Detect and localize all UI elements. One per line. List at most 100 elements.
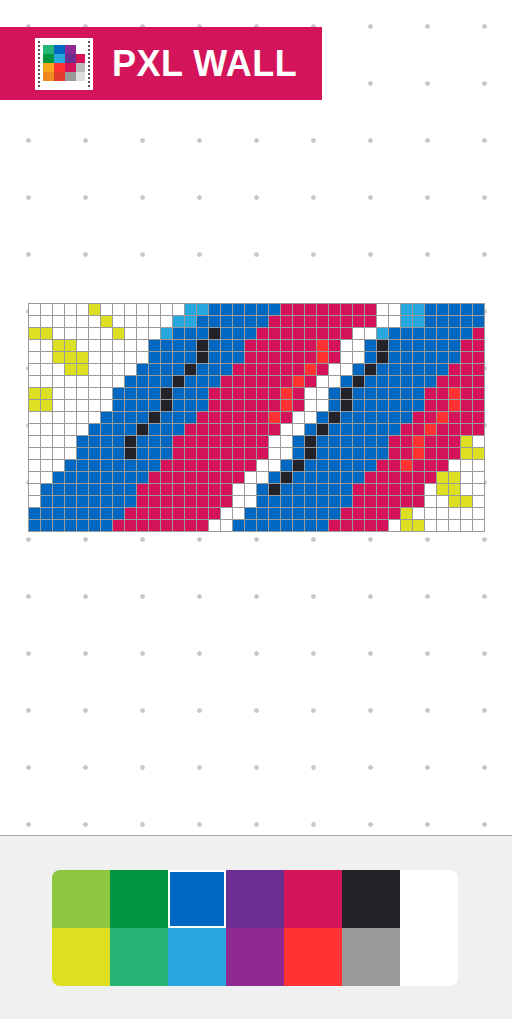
pixel-cell[interactable] — [137, 508, 148, 519]
pixel-cell[interactable] — [221, 424, 232, 435]
color-swatch[interactable] — [284, 870, 342, 928]
pixel-cell[interactable] — [125, 412, 136, 423]
pixel-cell[interactable] — [221, 304, 232, 315]
pixel-cell[interactable] — [209, 316, 220, 327]
pixel-cell[interactable] — [149, 364, 160, 375]
pixel-cell[interactable] — [221, 340, 232, 351]
pixel-cell[interactable] — [317, 424, 328, 435]
pixel-cell[interactable] — [29, 520, 40, 531]
pixel-cell[interactable] — [317, 400, 328, 411]
pixel-cell[interactable] — [197, 316, 208, 327]
pixel-cell[interactable] — [473, 412, 484, 423]
pixel-cell[interactable] — [113, 328, 124, 339]
pixel-cell[interactable] — [473, 520, 484, 531]
pixel-cell[interactable] — [185, 520, 196, 531]
pixel-cell[interactable] — [53, 448, 64, 459]
pixel-cell[interactable] — [137, 364, 148, 375]
pixel-cell[interactable] — [185, 328, 196, 339]
pixel-cell[interactable] — [377, 400, 388, 411]
pixel-cell[interactable] — [461, 436, 472, 447]
pixel-cell[interactable] — [77, 400, 88, 411]
pixel-cell[interactable] — [305, 352, 316, 363]
pixel-cell[interactable] — [449, 424, 460, 435]
pixel-cell[interactable] — [125, 436, 136, 447]
pixel-cell[interactable] — [353, 472, 364, 483]
pixel-cell[interactable] — [221, 388, 232, 399]
color-swatch[interactable] — [226, 870, 284, 928]
pixel-cell[interactable] — [401, 472, 412, 483]
pixel-cell[interactable] — [269, 484, 280, 495]
pixel-cell[interactable] — [413, 496, 424, 507]
pixel-cell[interactable] — [89, 400, 100, 411]
pixel-cell[interactable] — [293, 304, 304, 315]
pixel-cell[interactable] — [293, 508, 304, 519]
pixel-cell[interactable] — [125, 484, 136, 495]
pixel-cell[interactable] — [221, 316, 232, 327]
pixel-cell[interactable] — [101, 472, 112, 483]
pixel-cell[interactable] — [413, 388, 424, 399]
pixel-cell[interactable] — [77, 496, 88, 507]
pixel-cell[interactable] — [125, 520, 136, 531]
pixel-cell[interactable] — [53, 460, 64, 471]
pixel-cell[interactable] — [209, 508, 220, 519]
pixel-cell[interactable] — [341, 508, 352, 519]
pixel-cell[interactable] — [197, 364, 208, 375]
pixel-cell[interactable] — [377, 520, 388, 531]
pixel-cell[interactable] — [461, 508, 472, 519]
pixel-cell[interactable] — [437, 436, 448, 447]
pixel-cell[interactable] — [209, 520, 220, 531]
pixel-cell[interactable] — [461, 304, 472, 315]
pixel-cell[interactable] — [377, 436, 388, 447]
pixel-cell[interactable] — [305, 400, 316, 411]
pixel-cell[interactable] — [317, 364, 328, 375]
pixel-cell[interactable] — [245, 340, 256, 351]
pixel-cell[interactable] — [365, 364, 376, 375]
pixel-cell[interactable] — [437, 328, 448, 339]
pixel-cell[interactable] — [197, 436, 208, 447]
pixel-cell[interactable] — [233, 316, 244, 327]
pixel-cell[interactable] — [401, 412, 412, 423]
pixel-cell[interactable] — [185, 340, 196, 351]
pixel-cell[interactable] — [305, 412, 316, 423]
pixel-cell[interactable] — [149, 448, 160, 459]
pixel-cell[interactable] — [473, 424, 484, 435]
pixel-cell[interactable] — [29, 472, 40, 483]
pixel-cell[interactable] — [173, 424, 184, 435]
pixel-cell[interactable] — [77, 508, 88, 519]
pixel-cell[interactable] — [257, 316, 268, 327]
pixel-cell[interactable] — [281, 352, 292, 363]
pixel-cell[interactable] — [449, 352, 460, 363]
pixel-cell[interactable] — [305, 484, 316, 495]
pixel-cell[interactable] — [89, 424, 100, 435]
pixel-cell[interactable] — [413, 316, 424, 327]
pixel-cell[interactable] — [149, 376, 160, 387]
pixel-cell[interactable] — [41, 424, 52, 435]
pixel-cell[interactable] — [329, 364, 340, 375]
pixel-cell[interactable] — [245, 520, 256, 531]
pixel-cell[interactable] — [413, 304, 424, 315]
pixel-cell[interactable] — [65, 424, 76, 435]
pixel-cell[interactable] — [113, 436, 124, 447]
pixel-cell[interactable] — [161, 424, 172, 435]
pixel-cell[interactable] — [53, 328, 64, 339]
pixel-cell[interactable] — [437, 424, 448, 435]
pixel-cell[interactable] — [29, 436, 40, 447]
pixel-cell[interactable] — [437, 460, 448, 471]
pixel-cell[interactable] — [305, 376, 316, 387]
pixel-cell[interactable] — [293, 352, 304, 363]
pixel-cell[interactable] — [329, 448, 340, 459]
pixel-cell[interactable] — [329, 352, 340, 363]
pixel-cell[interactable] — [353, 340, 364, 351]
pixel-cell[interactable] — [41, 508, 52, 519]
pixel-cell[interactable] — [245, 484, 256, 495]
pixel-cell[interactable] — [425, 496, 436, 507]
pixel-cell[interactable] — [137, 496, 148, 507]
pixel-cell[interactable] — [461, 448, 472, 459]
pixel-cell[interactable] — [209, 424, 220, 435]
pixel-cell[interactable] — [269, 376, 280, 387]
pixel-cell[interactable] — [269, 316, 280, 327]
pixel-cell[interactable] — [437, 520, 448, 531]
pixel-cell[interactable] — [305, 460, 316, 471]
pixel-cell[interactable] — [89, 388, 100, 399]
pixel-cell[interactable] — [401, 340, 412, 351]
